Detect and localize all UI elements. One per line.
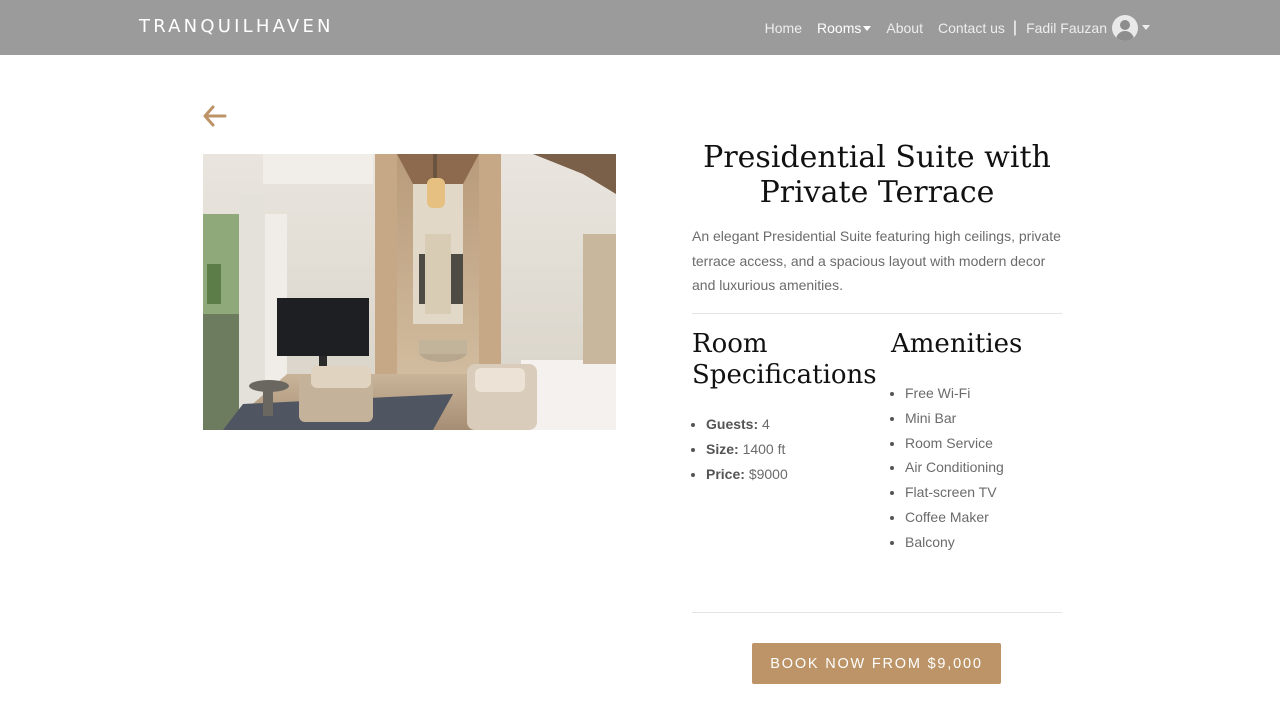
amenities-heading: Amenities xyxy=(891,329,1023,359)
spec-label: Guests: xyxy=(706,416,759,432)
spec-label: Price: xyxy=(706,465,745,482)
amenity-item: Mini Bar xyxy=(905,406,1061,431)
spec-label: Size: xyxy=(706,440,739,457)
user-menu[interactable]: Fadil Fauzan xyxy=(1026,14,1150,41)
specs-heading: Room Specifications xyxy=(692,329,877,390)
nav-rooms-label: Rooms xyxy=(817,19,862,36)
nav-rooms-dropdown[interactable]: Rooms xyxy=(817,19,872,36)
room-title: Presidential Suite with Private Terrace xyxy=(703,140,1051,210)
amenity-item: Air Conditioning xyxy=(905,455,1061,480)
room-photo xyxy=(203,154,616,430)
amenity-item: Room Service xyxy=(905,431,1061,456)
user-avatar-icon xyxy=(1112,14,1138,41)
nav-about-link[interactable]: About xyxy=(886,20,923,36)
room-description: An elegant Presidential Suite featuring … xyxy=(692,228,1061,294)
specs-list: Guests: 4 Size: 1400 ft Price: $9000 xyxy=(692,412,872,486)
section-divider xyxy=(692,313,1062,314)
spec-item-price: Price: $9000 xyxy=(706,462,872,487)
amenities-list: Free Wi-Fi Mini Bar Room Service Air Con… xyxy=(891,381,1061,555)
caret-down-icon xyxy=(1142,25,1150,30)
book-now-button[interactable]: BOOK NOW FROM $9,000 xyxy=(752,643,1001,684)
top-navbar: TRANQUILHAVEN Home Rooms About Contact u… xyxy=(0,0,1280,55)
user-name: Fadil Fauzan xyxy=(1026,19,1107,36)
spec-value: 4 xyxy=(762,416,770,432)
spec-value: $9000 xyxy=(748,465,788,482)
caret-down-icon xyxy=(863,26,872,32)
nav-links: Home Rooms About Contact us | Fadil Fauz… xyxy=(750,0,1150,55)
nav-contact-link[interactable]: Contact us xyxy=(938,20,1005,36)
section-divider xyxy=(692,612,1062,613)
spec-value: 1400 ft xyxy=(742,440,786,457)
nav-home-link[interactable]: Home xyxy=(765,20,802,36)
back-arrow-icon[interactable] xyxy=(202,104,228,128)
amenity-item: Free Wi-Fi xyxy=(905,381,1061,406)
amenity-item: Balcony xyxy=(905,530,1061,555)
amenity-item: Coffee Maker xyxy=(905,505,1061,530)
amenity-item: Flat-screen TV xyxy=(905,480,1061,505)
nav-separator: | xyxy=(1012,18,1018,36)
brand-logo[interactable]: TRANQUILHAVEN xyxy=(139,16,334,37)
spec-item-guests: Guests: 4 xyxy=(706,412,872,437)
spec-item-size: Size: 1400 ft xyxy=(706,437,872,462)
